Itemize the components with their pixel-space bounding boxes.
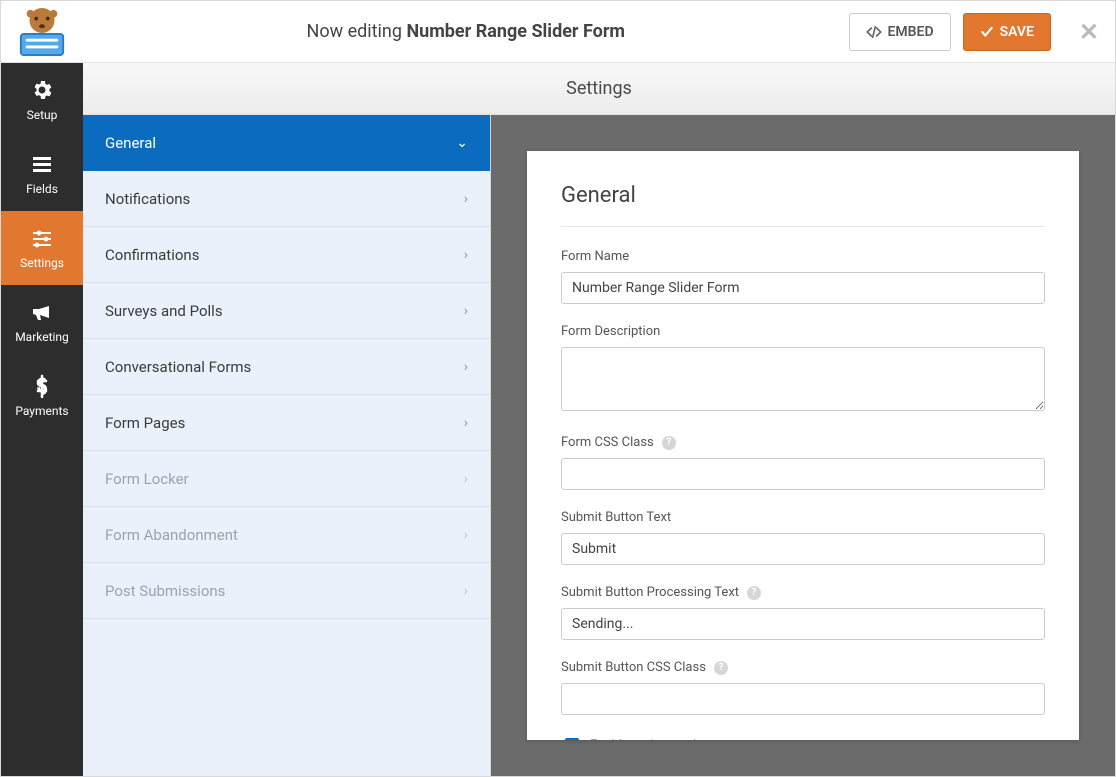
bullhorn-icon bbox=[30, 300, 54, 324]
settings-item-label: General bbox=[105, 134, 156, 152]
list-icon bbox=[30, 152, 54, 176]
form-description-label: Form Description bbox=[561, 324, 1045, 339]
chevron-right-icon: › bbox=[464, 191, 468, 207]
settings-panel: General ⌄ Notifications › Confirmations … bbox=[83, 115, 491, 776]
settings-item-notifications[interactable]: Notifications › bbox=[83, 171, 490, 227]
submit-button-css-class-label: Submit Button CSS Class bbox=[561, 660, 706, 675]
save-button-label: SAVE bbox=[1000, 24, 1034, 40]
form-css-class-input[interactable] bbox=[561, 458, 1045, 490]
general-card: General Form Name Form Description Form … bbox=[527, 151, 1079, 740]
submit-processing-text-input[interactable] bbox=[561, 608, 1045, 640]
settings-item-label: Form Pages bbox=[105, 414, 185, 432]
sidebar-item-marketing[interactable]: Marketing bbox=[1, 285, 83, 359]
check-icon bbox=[980, 25, 994, 39]
dollar-icon: $ bbox=[30, 374, 54, 398]
chevron-right-icon: › bbox=[464, 583, 468, 599]
embed-button-label: EMBED bbox=[888, 24, 934, 40]
chevron-right-icon: › bbox=[464, 247, 468, 263]
submit-processing-text-label: Submit Button Processing Text bbox=[561, 585, 739, 600]
settings-item-form-abandonment[interactable]: Form Abandonment › bbox=[83, 507, 490, 563]
sidebar-item-label: Setup bbox=[27, 108, 58, 122]
submit-button-css-class-input[interactable] bbox=[561, 683, 1045, 715]
sidebar-item-label: Settings bbox=[20, 256, 64, 270]
settings-item-form-locker[interactable]: Form Locker › bbox=[83, 451, 490, 507]
gear-icon bbox=[30, 78, 54, 102]
code-icon bbox=[866, 24, 882, 40]
settings-item-conversational-forms[interactable]: Conversational Forms › bbox=[83, 339, 490, 395]
editing-form-name: Number Range Slider Form bbox=[406, 21, 625, 42]
chevron-down-icon: ⌄ bbox=[456, 135, 468, 151]
save-button[interactable]: SAVE bbox=[963, 13, 1051, 51]
close-button[interactable]: ✕ bbox=[1079, 20, 1099, 44]
settings-item-post-submissions[interactable]: Post Submissions › bbox=[83, 563, 490, 619]
form-name-label: Form Name bbox=[561, 249, 1045, 264]
editing-title: Now editing Number Range Slider Form bbox=[95, 21, 837, 42]
section-subheader: Settings bbox=[83, 63, 1115, 115]
form-name-input[interactable] bbox=[561, 272, 1045, 304]
settings-item-surveys-polls[interactable]: Surveys and Polls › bbox=[83, 283, 490, 339]
sidebar-item-settings[interactable]: Settings bbox=[1, 211, 83, 285]
section-title: Settings bbox=[566, 78, 632, 99]
help-icon[interactable]: ? bbox=[714, 661, 728, 675]
settings-item-label: Post Submissions bbox=[105, 582, 225, 600]
sidebar-item-label: Fields bbox=[26, 182, 58, 196]
settings-item-confirmations[interactable]: Confirmations › bbox=[83, 227, 490, 283]
settings-item-form-pages[interactable]: Form Pages › bbox=[83, 395, 490, 451]
settings-item-general[interactable]: General ⌄ bbox=[83, 115, 490, 171]
chevron-right-icon: › bbox=[464, 303, 468, 319]
settings-item-label: Notifications bbox=[105, 190, 190, 208]
submit-button-text-label: Submit Button Text bbox=[561, 510, 1045, 525]
sidebar-item-label: Payments bbox=[15, 404, 68, 418]
form-css-class-label: Form CSS Class bbox=[561, 435, 654, 450]
app-logo bbox=[1, 1, 83, 63]
settings-item-label: Conversational Forms bbox=[105, 358, 251, 376]
form-description-input[interactable] bbox=[561, 347, 1045, 411]
embed-button[interactable]: EMBED bbox=[849, 13, 951, 51]
settings-item-label: Surveys and Polls bbox=[105, 302, 223, 320]
help-icon[interactable]: ? bbox=[662, 436, 676, 450]
sliders-icon bbox=[30, 226, 54, 250]
sidebar-item-fields[interactable]: Fields bbox=[1, 137, 83, 211]
chevron-right-icon: › bbox=[464, 359, 468, 375]
sidebar-item-payments[interactable]: $ Payments bbox=[1, 359, 83, 433]
card-heading: General bbox=[561, 183, 1045, 208]
wpforms-logo-icon bbox=[13, 7, 71, 57]
sidebar-item-label: Marketing bbox=[15, 330, 69, 344]
settings-item-label: Form Abandonment bbox=[105, 526, 238, 544]
divider bbox=[561, 226, 1045, 227]
app-header: Now editing Number Range Slider Form EMB… bbox=[1, 1, 1115, 63]
svg-text:$: $ bbox=[36, 374, 47, 397]
chevron-right-icon: › bbox=[464, 471, 468, 487]
body-area: General ⌄ Notifications › Confirmations … bbox=[83, 115, 1115, 776]
honeypot-label: Enable anti-spam honeypot bbox=[590, 738, 747, 741]
chevron-right-icon: › bbox=[464, 415, 468, 431]
submit-button-text-input[interactable] bbox=[561, 533, 1045, 565]
chevron-right-icon: › bbox=[464, 527, 468, 543]
sidebar-item-setup[interactable]: Setup bbox=[1, 63, 83, 137]
primary-sidebar: Setup Fields Settings Marketing $ Paymen… bbox=[1, 63, 83, 776]
settings-item-label: Form Locker bbox=[105, 470, 189, 488]
editing-prefix: Now editing bbox=[306, 21, 401, 42]
settings-panel-fill bbox=[83, 619, 490, 776]
settings-item-label: Confirmations bbox=[105, 246, 199, 264]
honeypot-checkbox[interactable] bbox=[565, 738, 579, 740]
help-icon[interactable]: ? bbox=[747, 586, 761, 600]
main-content: General Form Name Form Description Form … bbox=[491, 115, 1115, 776]
